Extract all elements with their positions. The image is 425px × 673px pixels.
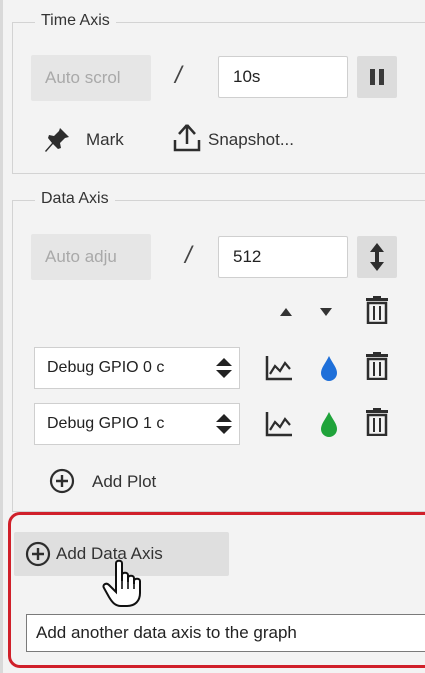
add-plot-label[interactable]: Add Plot — [92, 472, 156, 492]
data-axis-legend: Data Axis — [35, 190, 115, 208]
plot-source-select-2[interactable]: Debug GPIO 1 c — [34, 403, 240, 445]
pause-button[interactable] — [357, 56, 397, 98]
data-adjust-mode-field[interactable]: Auto adju — [31, 234, 151, 280]
time-separator: / — [175, 62, 182, 89]
plot-source-select-1[interactable]: Debug GPIO 0 c — [34, 347, 240, 389]
data-separator: / — [185, 242, 192, 269]
resize-axis-button[interactable] — [357, 236, 397, 278]
graph-settings-panel: Time Axis Auto scrol / 10s Mark Snapshot… — [0, 0, 425, 673]
delete-plot-button-1[interactable] — [363, 350, 391, 382]
trash-icon — [366, 408, 388, 436]
green-drop-icon — [321, 412, 337, 437]
move-axis-down-button[interactable] — [314, 300, 338, 324]
trash-icon — [366, 296, 388, 324]
sort-caret-icon — [216, 414, 232, 434]
data-range-input[interactable]: 512 — [218, 236, 348, 278]
delete-axis-button[interactable] — [363, 294, 391, 326]
trash-icon — [366, 352, 388, 380]
line-chart-icon — [265, 356, 292, 381]
blue-drop-icon — [321, 356, 337, 381]
plot-source-label-2: Debug GPIO 1 c — [47, 415, 165, 432]
delete-plot-button-2[interactable] — [363, 406, 391, 438]
time-window-input[interactable]: 10s — [218, 56, 348, 98]
plot-source-label-1: Debug GPIO 0 c — [47, 359, 165, 376]
plot-color-button-1[interactable] — [316, 350, 342, 386]
panel-edge — [0, 0, 3, 673]
triangle-up-icon — [280, 308, 292, 316]
snapshot-upload-icon[interactable] — [170, 120, 204, 156]
time-scroll-mode-field[interactable]: Auto scrol — [31, 55, 151, 101]
hand-cursor-icon — [100, 558, 144, 610]
add-circle-icon — [24, 540, 52, 568]
snapshot-button-label[interactable]: Snapshot... — [208, 130, 294, 150]
tooltip: Add another data axis to the graph — [26, 614, 425, 652]
time-axis-legend: Time Axis — [35, 12, 116, 30]
mark-button-label[interactable]: Mark — [86, 130, 124, 150]
move-axis-up-button[interactable] — [274, 300, 298, 324]
add-plot-icon[interactable] — [48, 467, 76, 495]
pause-icon — [370, 69, 384, 85]
line-chart-icon — [265, 412, 292, 437]
vertical-arrows-icon — [370, 243, 384, 271]
sort-caret-icon — [216, 358, 232, 378]
plot-color-button-2[interactable] — [316, 406, 342, 442]
plot-style-button-2[interactable] — [262, 408, 296, 440]
triangle-down-icon — [320, 308, 332, 316]
mark-icon[interactable] — [42, 125, 72, 155]
plot-style-button-1[interactable] — [262, 352, 296, 384]
